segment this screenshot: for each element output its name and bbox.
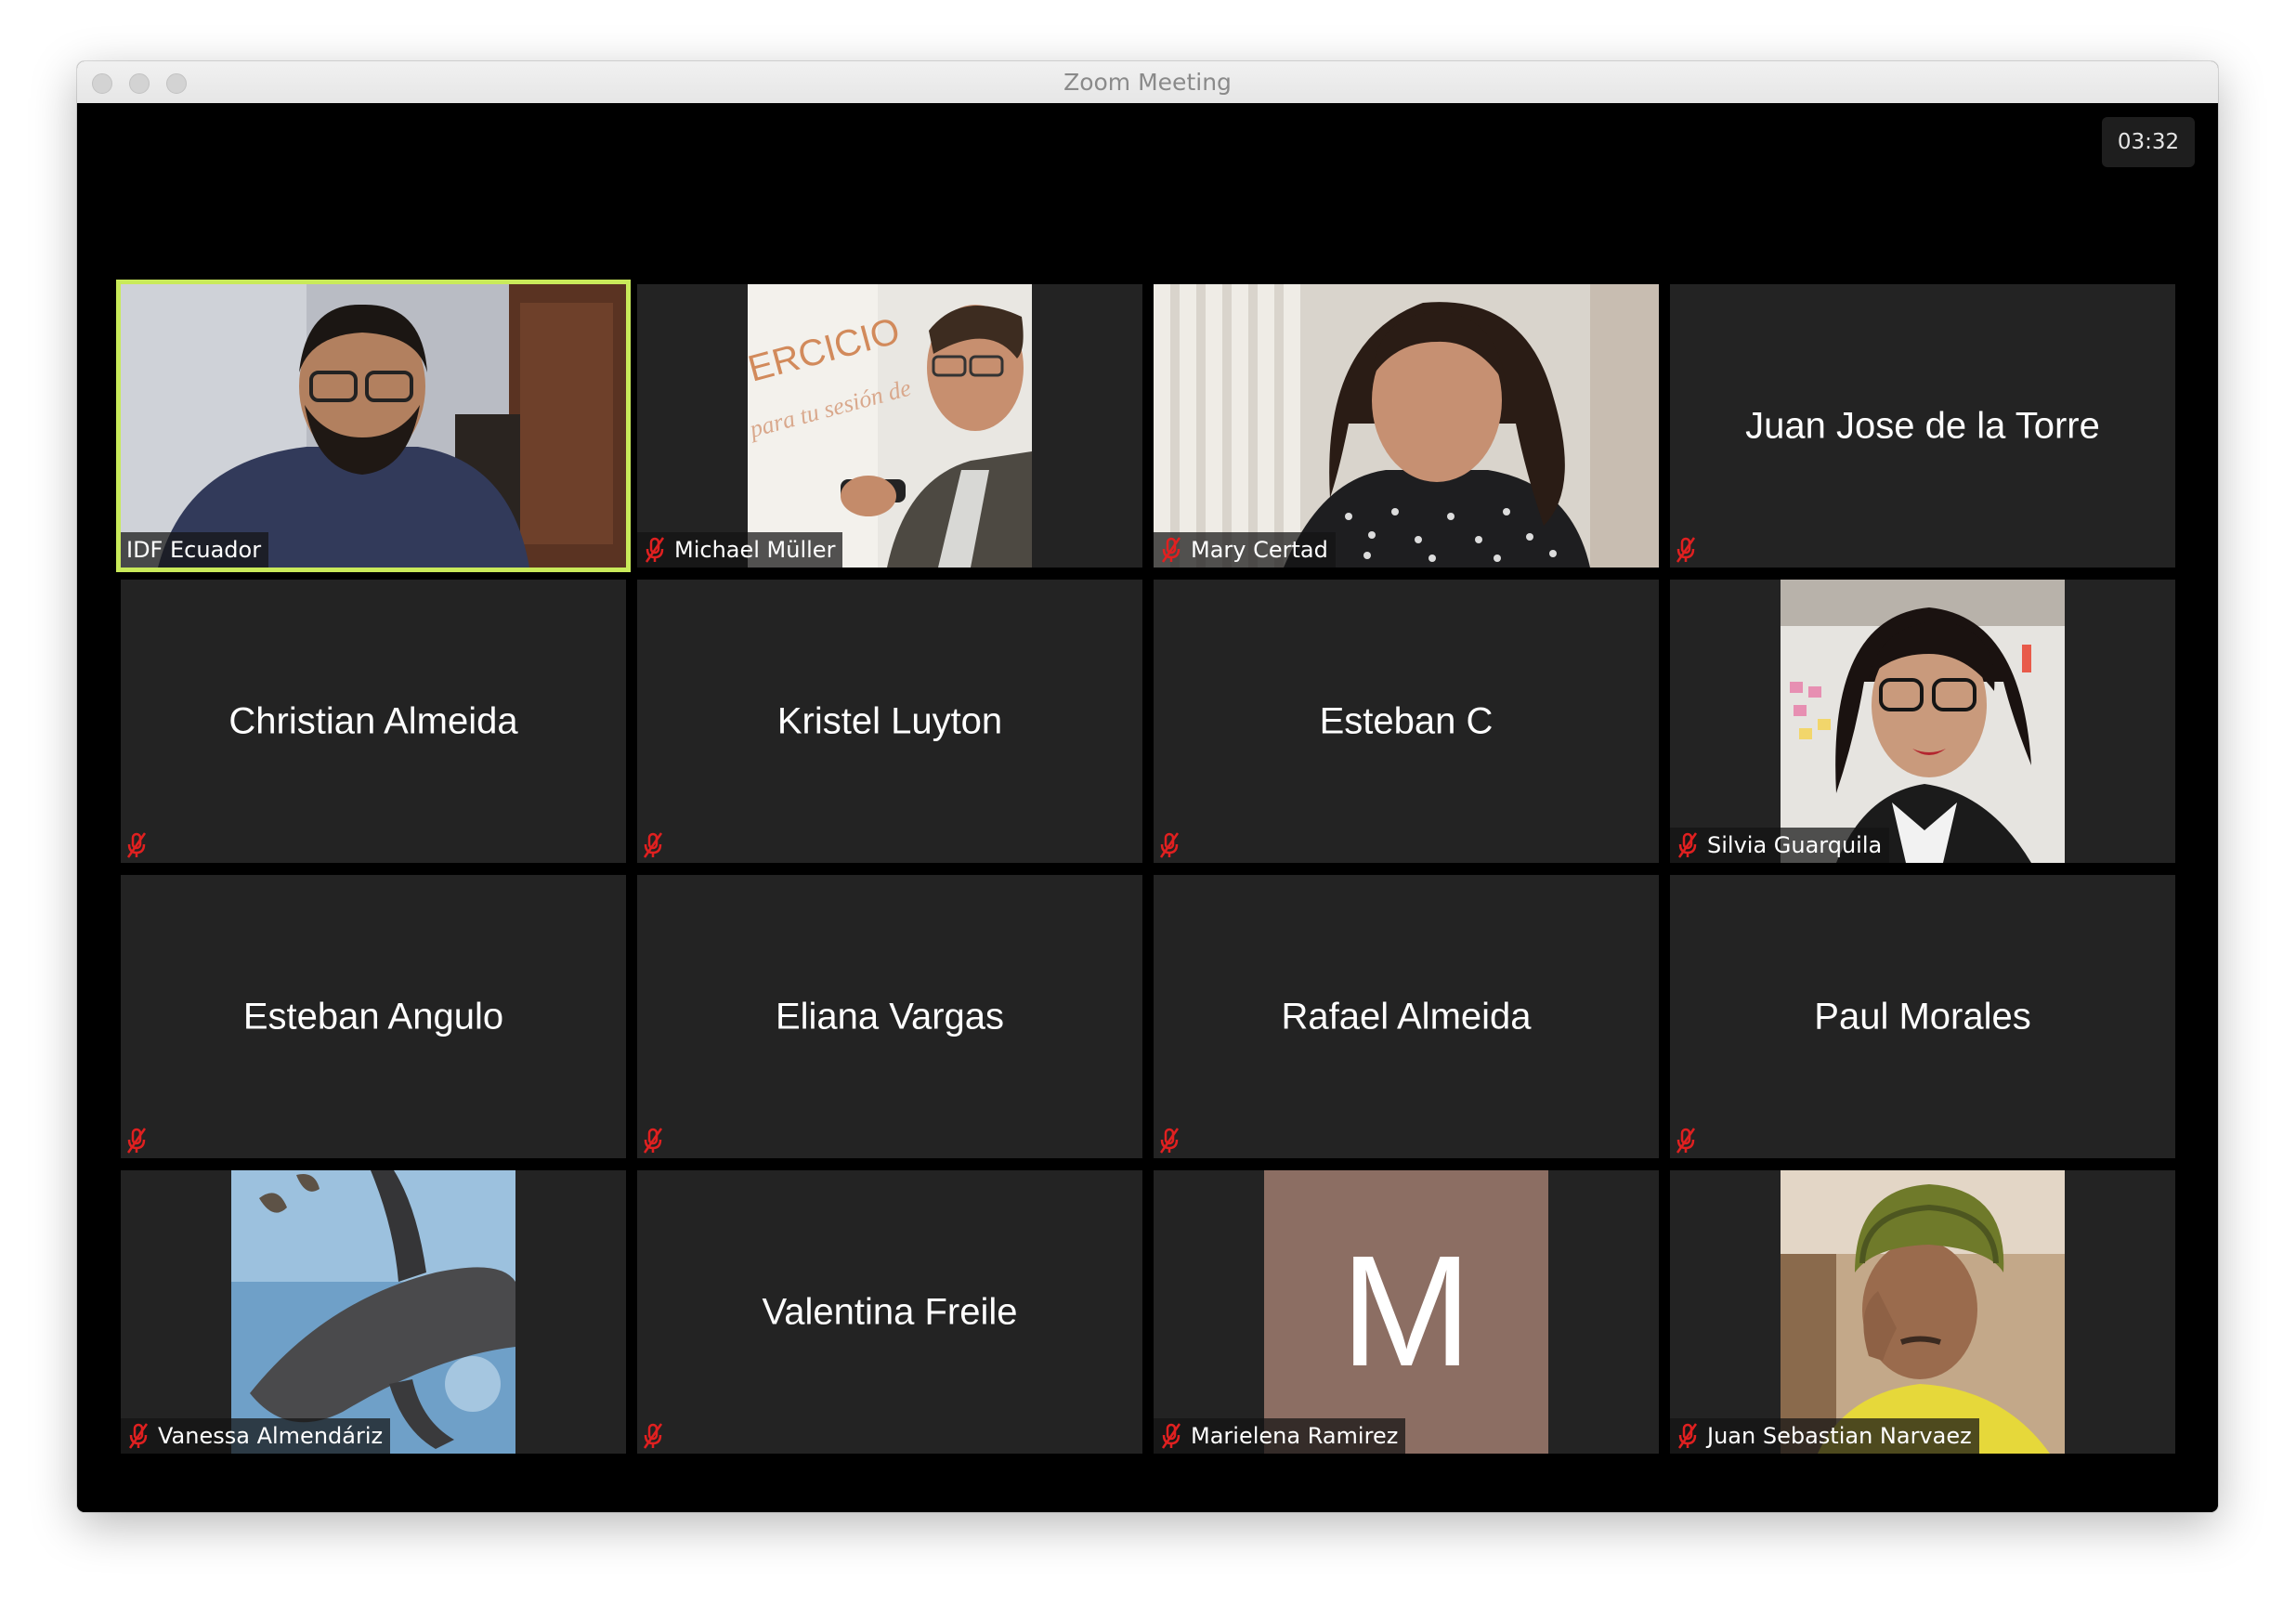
participant-status <box>1154 1123 1193 1158</box>
participant-display-name: Kristel Luyton <box>776 700 1003 741</box>
participant-name: Marielena Ramirez <box>1191 1423 1399 1449</box>
muted-microphone-icon <box>645 537 665 563</box>
participant-name-label: Vanessa Almendáriz <box>121 1418 391 1454</box>
participant-tile[interactable]: Juan Jose de la Torre <box>1670 284 2175 568</box>
muted-microphone-icon <box>1161 537 1181 563</box>
participant-status <box>121 828 160 863</box>
participant-display-name: Christian Almeida <box>228 700 518 741</box>
participant-tile[interactable]: Silvia Guarquila <box>1670 580 2175 863</box>
muted-microphone-icon <box>1676 1128 1696 1154</box>
participant-tile[interactable]: M Marielena Ramirez <box>1154 1170 1659 1454</box>
participant-name-label: Juan Sebastian Narvaez <box>1670 1418 1979 1454</box>
participant-name: Silvia Guarquila <box>1707 832 1883 858</box>
participant-tile[interactable]: Esteban Angulo <box>121 875 626 1158</box>
participant-status <box>637 1418 676 1454</box>
participant-tile[interactable]: Vanessa Almendáriz <box>121 1170 626 1454</box>
participant-video: ERCICIO para tu sesión de <box>748 284 1032 568</box>
participant-display-name: Paul Morales <box>1814 996 2031 1037</box>
participant-status <box>1670 532 1709 568</box>
muted-microphone-icon <box>643 1128 663 1154</box>
participant-name-label: Michael Müller <box>637 532 843 568</box>
participant-tile[interactable]: Rafael Almeida <box>1154 875 1659 1158</box>
participant-name-label: Silvia Guarquila <box>1670 828 1890 863</box>
participant-tile[interactable]: Mary Certad <box>1154 284 1659 568</box>
participant-tile[interactable]: Esteban C <box>1154 580 1659 863</box>
muted-microphone-icon <box>1161 1423 1181 1449</box>
participant-name: Mary Certad <box>1191 537 1328 563</box>
participant-tile[interactable]: Christian Almeida <box>121 580 626 863</box>
participant-display-name: Rafael Almeida <box>1281 996 1532 1037</box>
participant-tile[interactable]: Juan Sebastian Narvaez <box>1670 1170 2175 1454</box>
participant-name-label: IDF Ecuador <box>121 532 269 568</box>
participant-tile[interactable]: Paul Morales <box>1670 875 2175 1158</box>
participant-video <box>1781 580 2065 863</box>
participant-display-name: Esteban Angulo <box>242 996 504 1037</box>
participant-avatar: M <box>1264 1170 1548 1454</box>
participant-status <box>1670 1123 1709 1158</box>
participant-tile[interactable]: ERCICIO para tu sesión de Michael Müller <box>637 284 1142 568</box>
participant-status <box>121 1123 160 1158</box>
participant-name: Juan Sebastian Narvaez <box>1707 1423 1972 1449</box>
muted-microphone-icon <box>643 832 663 858</box>
participant-video <box>121 284 626 568</box>
muted-microphone-icon <box>1677 832 1698 858</box>
muted-microphone-icon <box>128 1423 149 1449</box>
participant-video <box>1154 284 1659 568</box>
participant-status <box>1154 828 1193 863</box>
participant-display-name: Eliana Vargas <box>775 996 1005 1037</box>
participant-name: Michael Müller <box>674 537 836 563</box>
window-title: Zoom Meeting <box>1063 69 1232 96</box>
muted-microphone-icon <box>126 832 147 858</box>
participant-name-label: Marielena Ramirez <box>1154 1418 1406 1454</box>
participant-name: Vanessa Almendáriz <box>158 1423 384 1449</box>
participant-name: IDF Ecuador <box>126 537 262 563</box>
muted-microphone-icon <box>643 1423 663 1449</box>
participant-tile[interactable]: Eliana Vargas <box>637 875 1142 1158</box>
participant-tile[interactable]: Kristel Luyton <box>637 580 1142 863</box>
zoom-window: Zoom Meeting 03:32 IDF Ecuador ERCICIO p… <box>77 61 2218 1512</box>
participant-status <box>637 828 676 863</box>
muted-microphone-icon <box>1677 1423 1698 1449</box>
participant-tile[interactable]: Valentina Freile <box>637 1170 1142 1454</box>
participant-display-name: Juan Jose de la Torre <box>1745 405 2100 446</box>
muted-microphone-icon <box>126 1128 147 1154</box>
meeting-timer: 03:32 <box>2102 117 2195 167</box>
participant-tile[interactable]: IDF Ecuador <box>116 280 631 572</box>
participant-status <box>637 1123 676 1158</box>
participant-video <box>231 1170 515 1454</box>
participant-name-label: Mary Certad <box>1154 532 1336 568</box>
muted-microphone-icon <box>1676 537 1696 563</box>
participant-video <box>1781 1170 2065 1454</box>
gallery-view: 03:32 IDF Ecuador ERCICIO para tu sesión… <box>77 103 2218 1512</box>
participant-display-name: Esteban C <box>1319 700 1494 741</box>
participant-display-name: Valentina Freile <box>762 1291 1018 1332</box>
title-bar: Zoom Meeting <box>77 61 2218 104</box>
muted-microphone-icon <box>1159 832 1180 858</box>
muted-microphone-icon <box>1159 1128 1180 1154</box>
